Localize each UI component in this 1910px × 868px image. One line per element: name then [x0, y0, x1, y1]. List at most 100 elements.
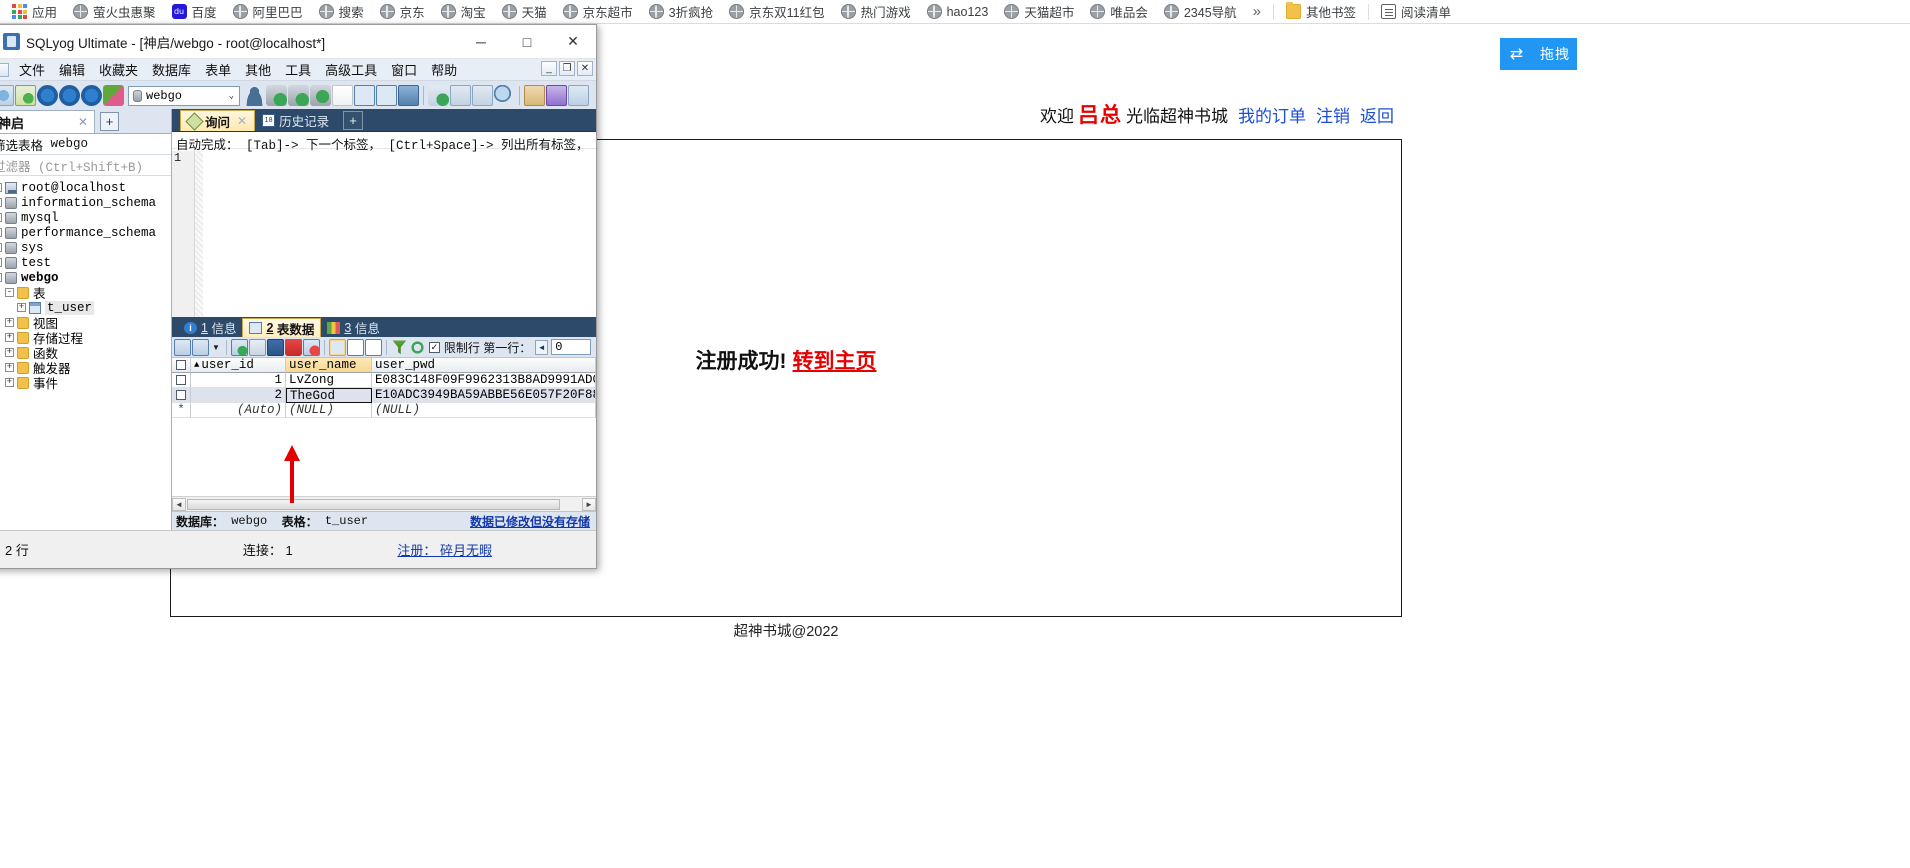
menu-window[interactable]: 窗口 [384, 58, 424, 81]
expander-icon[interactable]: - [5, 288, 14, 297]
tree-node-procedures-folder[interactable]: + 存储过程 [0, 330, 171, 347]
select-all-cell[interactable] [172, 358, 191, 373]
menu-form[interactable]: 表单 [198, 58, 238, 81]
checkbox-icon[interactable] [176, 375, 186, 385]
delete-all-rows-icon[interactable] [302, 338, 320, 356]
bookmark-item[interactable]: 萤火虫惠聚 [66, 1, 163, 23]
add-query-tab-button[interactable]: + [343, 111, 364, 130]
row-select-cell[interactable] [172, 388, 191, 403]
limit-rows-checkbox[interactable]: ✓ [428, 341, 440, 353]
menu-file[interactable]: 文件 [12, 58, 52, 81]
duplicate-row-icon[interactable] [248, 338, 266, 356]
export-database-icon[interactable] [288, 85, 309, 106]
mdi-close-button[interactable]: ✕ [577, 61, 593, 76]
scheduler-icon[interactable] [568, 85, 589, 106]
back-link[interactable]: 返回 [1350, 107, 1394, 126]
bookmark-item[interactable]: 阿里巴巴 [226, 1, 310, 23]
bookmark-item[interactable]: 天猫 [495, 1, 554, 23]
tree-node-webgo[interactable]: - webgo [0, 270, 171, 285]
connection-tab-shenqi[interactable]: 神启 ✕ [0, 110, 95, 133]
column-header-user-name[interactable]: user_name [286, 358, 372, 373]
tab-result-table-data[interactable]: 2 表数据 [242, 318, 322, 337]
table-row[interactable]: 2 TheGod E10ADC3949BA59ABBE56E057F20F88 [172, 388, 596, 403]
cell-user-id[interactable]: (Auto) [191, 403, 286, 418]
column-header-user-id[interactable]: ▲ user_id [191, 358, 286, 373]
tree-node-views-folder[interactable]: + 视图 [0, 315, 171, 332]
filter-icon[interactable] [392, 340, 407, 355]
bookmark-item[interactable]: 唯品会 [1083, 1, 1155, 23]
close-icon[interactable]: ✕ [68, 115, 88, 129]
grid-next-icon[interactable] [192, 338, 209, 356]
filter-input[interactable]: 过滤器 (Ctrl+Shift+B) [0, 155, 171, 176]
filter-table-row[interactable]: 筛选表格 webgo [0, 134, 171, 155]
bookmark-item[interactable]: hao123 [920, 1, 996, 23]
tree-node-triggers-folder[interactable]: + 触发器 [0, 360, 171, 377]
bookmark-item[interactable]: 淘宝 [434, 1, 493, 23]
menu-favorites[interactable]: 收藏夹 [92, 58, 145, 81]
checkbox-icon[interactable] [176, 390, 186, 400]
unsaved-changes-warning[interactable]: 数据已修改但没有存储 [470, 513, 590, 530]
query-builder-icon[interactable] [428, 85, 449, 106]
object-tree[interactable]: - root@localhost + information_schema + … [0, 176, 171, 530]
expander-icon[interactable]: + [5, 363, 14, 372]
bookmark-apps[interactable]: 应用 [5, 1, 64, 23]
refresh-tree-icon[interactable] [103, 85, 124, 106]
reading-list-button[interactable]: 阅读清单 [1374, 1, 1458, 23]
expander-icon[interactable]: + [17, 303, 26, 312]
tab-history[interactable]: 18 历史记录 [255, 110, 336, 131]
mdi-restore-button[interactable]: ❐ [559, 61, 575, 76]
maximize-button[interactable]: □ [504, 25, 550, 58]
object-browser-icon[interactable] [472, 85, 493, 106]
registration-link[interactable]: 注册： 碎月无暇 [383, 540, 506, 559]
cell-user-name[interactable]: (NULL) [286, 403, 372, 418]
scroll-left-arrow[interactable]: ◄ [172, 497, 186, 511]
row-select-cell[interactable] [172, 373, 191, 388]
tab-result-info-1[interactable]: i 1 信息 [178, 318, 242, 337]
expander-icon[interactable]: - [0, 183, 2, 192]
form-view-icon[interactable] [346, 338, 364, 356]
expander-icon[interactable]: + [5, 318, 14, 327]
user-manager-icon[interactable] [244, 85, 265, 106]
cell-user-name[interactable]: LvZong [286, 373, 372, 388]
insert-row-icon[interactable] [230, 338, 248, 356]
tree-node-events-folder[interactable]: + 事件 [0, 375, 171, 392]
cell-user-id[interactable]: 2 [191, 388, 286, 403]
tree-node-root[interactable]: - root@localhost [0, 180, 171, 195]
bookmark-item[interactable]: 京东 [373, 1, 432, 23]
expander-icon[interactable]: + [0, 228, 2, 237]
tree-node-t-user[interactable]: + t_user [0, 300, 171, 315]
close-button[interactable]: ✕ [550, 25, 596, 58]
tree-node-mysql[interactable]: + mysql [0, 210, 171, 225]
find-icon[interactable] [494, 85, 515, 106]
table-structure-icon[interactable] [376, 85, 397, 106]
bookmark-item[interactable]: 京东超市 [556, 1, 640, 23]
table-data-icon[interactable] [354, 85, 375, 106]
bookmark-item[interactable]: 天猫超市 [997, 1, 1081, 23]
tab-query[interactable]: 询问 ✕ [180, 110, 256, 131]
expander-icon[interactable]: + [5, 378, 14, 387]
grid-first-icon[interactable] [174, 338, 191, 356]
tab-result-info-3[interactable]: 3 信息 [321, 318, 385, 337]
expander-icon[interactable]: + [0, 243, 2, 252]
scroll-right-arrow[interactable]: ► [582, 497, 596, 511]
import-database-icon[interactable] [266, 85, 287, 106]
floating-drag-widget[interactable]: ⇄ 拖拽 [1500, 38, 1577, 70]
menu-edit[interactable]: 编辑 [52, 58, 92, 81]
sql-editor[interactable]: 自动完成： [Tab]-> 下一个标签， [Ctrl+Space]-> 列出所有… [172, 131, 596, 317]
restore-icon[interactable] [546, 85, 567, 106]
menu-help[interactable]: 帮助 [424, 58, 464, 81]
cell-user-name[interactable]: TheGod [286, 388, 372, 403]
expander-icon[interactable]: + [5, 348, 14, 357]
text-view-icon[interactable] [364, 338, 382, 356]
tree-node-performance-schema[interactable]: + performance_schema [0, 225, 171, 240]
export-arrow-icon[interactable] [332, 85, 353, 106]
grid-horizontal-scrollbar[interactable]: ◄ ► [172, 496, 596, 511]
expander-icon[interactable]: - [0, 273, 2, 282]
bookmark-overflow-button[interactable]: » [1245, 3, 1269, 20]
execute-all-icon[interactable] [59, 85, 80, 106]
bookmark-item[interactable]: 2345导航 [1157, 1, 1244, 23]
limit-rows-input[interactable]: 0 [551, 339, 592, 355]
tree-node-tables-folder[interactable]: - 表 [0, 285, 171, 302]
refresh-icon[interactable] [408, 338, 426, 356]
tree-node-sys[interactable]: + sys [0, 240, 171, 255]
